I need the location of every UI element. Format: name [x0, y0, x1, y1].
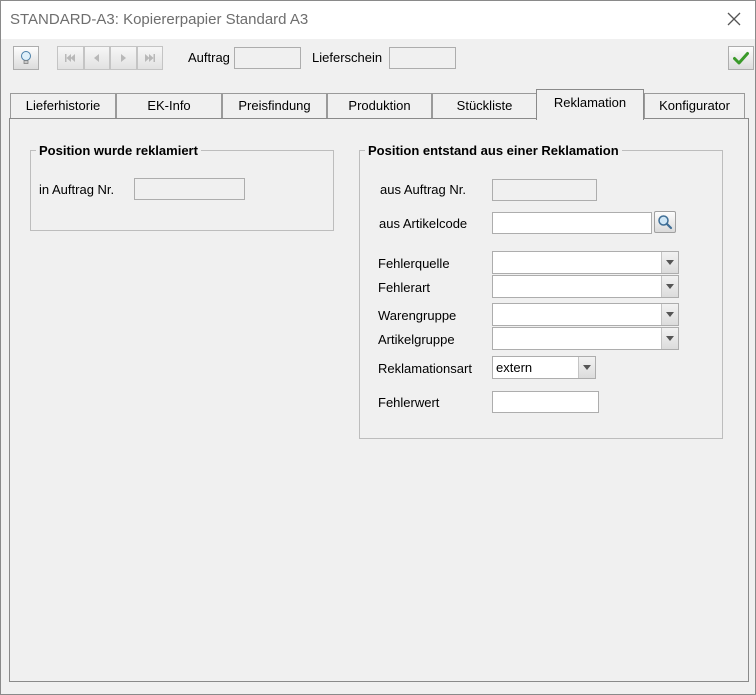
tab-reklamation[interactable]: Reklamation	[536, 89, 644, 120]
group-position-aus-reklamation-title: Position entstand aus einer Reklamation	[368, 143, 619, 158]
lieferschein-label: Lieferschein	[312, 50, 383, 65]
last-record-button[interactable]	[136, 46, 163, 70]
lightbulb-icon	[21, 51, 31, 64]
tab-lieferhistorie[interactable]: Lieferhistorie	[10, 93, 116, 119]
fehlerart-dropdown[interactable]	[492, 275, 679, 298]
auftrag-label: Auftrag	[188, 50, 230, 65]
warengruppe-dropdown-arrow[interactable]	[661, 304, 678, 325]
fehlerwert-field[interactable]	[492, 391, 599, 413]
chevron-down-icon	[666, 284, 674, 289]
chevron-down-icon	[666, 336, 674, 341]
record-navigation	[57, 46, 163, 70]
group-position-reklamiert-title: Position wurde reklamiert	[39, 143, 198, 158]
in-auftrag-nr-label: in Auftrag Nr.	[39, 182, 115, 197]
close-button[interactable]	[725, 10, 743, 28]
last-icon	[144, 54, 155, 62]
chevron-down-icon	[583, 365, 591, 370]
tab-produktion[interactable]: Produktion	[327, 93, 432, 119]
reklamationsart-dropdown-arrow[interactable]	[578, 357, 595, 378]
first-icon	[65, 54, 76, 62]
reklamationsart-dropdown[interactable]: extern	[492, 356, 596, 379]
next-icon	[121, 54, 127, 62]
lieferschein-input[interactable]	[389, 47, 456, 69]
tab-ek-info[interactable]: EK-Info	[116, 93, 222, 119]
toolbar: Auftrag Lieferschein	[1, 39, 755, 77]
reklamationsart-label: Reklamationsart	[378, 361, 472, 376]
artikelgruppe-dropdown-arrow[interactable]	[661, 328, 678, 349]
aus-auftrag-nr-field[interactable]	[492, 179, 597, 201]
hint-button[interactable]	[13, 46, 39, 70]
chevron-down-icon	[666, 260, 674, 265]
warengruppe-label: Warengruppe	[378, 308, 457, 323]
previous-record-button[interactable]	[83, 46, 110, 70]
tab-strip: Lieferhistorie EK-Info Preisfindung Prod…	[1, 89, 755, 120]
fehlerart-value	[493, 276, 661, 297]
chevron-down-icon	[666, 312, 674, 317]
fehlerquelle-dropdown[interactable]	[492, 251, 679, 274]
artikelgruppe-dropdown[interactable]	[492, 327, 679, 350]
artikelgruppe-label: Artikelgruppe	[378, 332, 455, 347]
window-title: STANDARD-A3: Kopiererpapier Standard A3	[10, 11, 309, 28]
auftrag-input[interactable]	[234, 47, 301, 69]
title-bar: STANDARD-A3: Kopiererpapier Standard A3	[1, 1, 755, 39]
dialog-window: STANDARD-A3: Kopiererpapier Standard A3	[0, 0, 756, 695]
warengruppe-dropdown[interactable]	[492, 303, 679, 326]
checkmark-icon	[733, 52, 749, 65]
confirm-button[interactable]	[728, 46, 754, 70]
warengruppe-value	[493, 304, 661, 325]
fehlerquelle-dropdown-arrow[interactable]	[661, 252, 678, 273]
next-record-button[interactable]	[110, 46, 137, 70]
fehlerquelle-value	[493, 252, 661, 273]
previous-icon	[93, 54, 99, 62]
first-record-button[interactable]	[57, 46, 84, 70]
fehlerart-dropdown-arrow[interactable]	[661, 276, 678, 297]
fehlerquelle-label: Fehlerquelle	[378, 256, 450, 271]
aus-auftrag-nr-label: aus Auftrag Nr.	[380, 182, 466, 197]
tab-preisfindung[interactable]: Preisfindung	[222, 93, 327, 119]
tab-konfigurator[interactable]: Konfigurator	[644, 93, 745, 119]
artikel-search-button[interactable]	[654, 211, 676, 233]
aus-artikelcode-label: aus Artikelcode	[379, 216, 468, 231]
search-icon	[658, 215, 673, 230]
aus-artikelcode-field[interactable]	[492, 212, 652, 234]
in-auftrag-nr-field[interactable]	[134, 178, 245, 200]
artikelgruppe-value	[493, 328, 661, 349]
close-icon	[727, 12, 741, 26]
fehlerwert-label: Fehlerwert	[378, 395, 440, 410]
reklamation-panel: Position wurde reklamiert in Auftrag Nr.…	[9, 118, 749, 682]
reklamationsart-value: extern	[496, 360, 533, 375]
fehlerart-label: Fehlerart	[378, 280, 431, 295]
tab-stueckliste[interactable]: Stückliste	[432, 93, 537, 119]
